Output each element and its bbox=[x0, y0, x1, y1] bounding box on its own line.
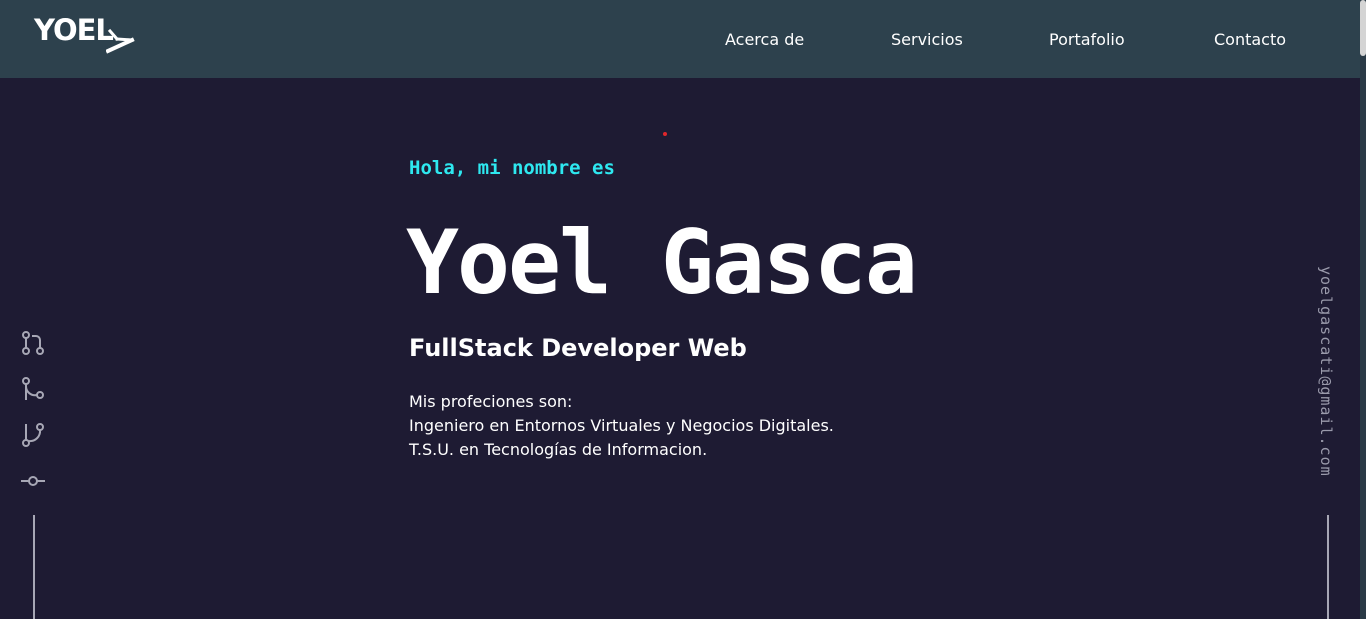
logo-text: YOEL bbox=[34, 13, 114, 47]
nav-portafolio[interactable]: Portafolio bbox=[1049, 0, 1125, 78]
git-merge-icon[interactable] bbox=[20, 376, 46, 402]
hero-name: Yoel Gasca bbox=[406, 211, 918, 314]
nav-servicios-label: Servicios bbox=[891, 29, 963, 49]
nav-portafolio-label: Portafolio bbox=[1049, 29, 1125, 49]
left-divider-line bbox=[33, 515, 35, 619]
git-branch-icon[interactable] bbox=[20, 422, 46, 448]
email-link[interactable]: yoelgascati@gmail.com bbox=[1317, 266, 1335, 477]
right-divider-line bbox=[1327, 515, 1329, 619]
site-logo[interactable]: YOEL bbox=[34, 13, 144, 63]
nav-acerca-de-label: Acerca de bbox=[725, 29, 805, 49]
nav-acerca-de[interactable]: Acerca de bbox=[725, 0, 804, 78]
page-scrollbar[interactable] bbox=[1360, 0, 1366, 619]
hero-role: FullStack Developer Web bbox=[409, 334, 747, 362]
bio-line: Ingeniero en Entornos Virtuales y Negoci… bbox=[409, 416, 834, 435]
site-header: YOEL Acerca de Servicios Portafolio Cont… bbox=[0, 0, 1360, 78]
nav-contacto[interactable]: Contacto bbox=[1214, 0, 1286, 78]
hero-bio: Mis profeciones son: Ingeniero en Entorn… bbox=[409, 390, 834, 462]
logo-arrow-icon bbox=[106, 28, 135, 54]
git-pull-request-icon[interactable] bbox=[20, 330, 46, 356]
scrollbar-thumb[interactable] bbox=[1360, 0, 1366, 56]
hero-greeting: Hola, mi nombre es bbox=[409, 157, 615, 179]
nav-servicios[interactable]: Servicios bbox=[891, 0, 963, 78]
git-commit-icon[interactable] bbox=[20, 468, 46, 494]
cursor-dot bbox=[663, 132, 667, 136]
bio-line: Mis profeciones son: bbox=[409, 392, 573, 411]
nav-contacto-label: Contacto bbox=[1214, 29, 1287, 49]
bio-line: T.S.U. en Tecnologías de Informacion. bbox=[409, 440, 708, 459]
